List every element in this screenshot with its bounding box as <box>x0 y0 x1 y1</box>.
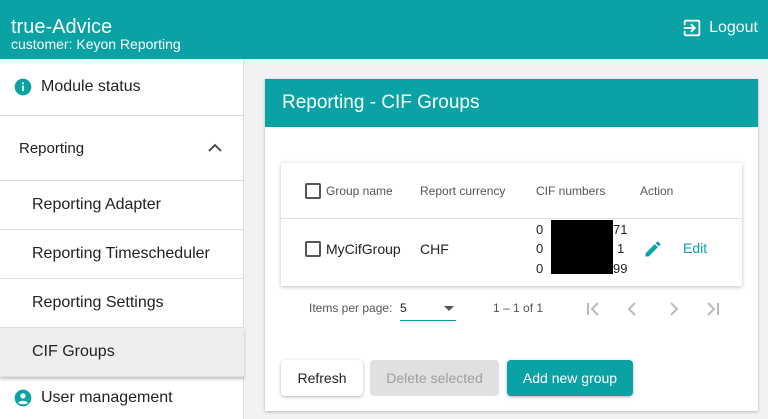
app-title: true-Advice <box>11 16 113 38</box>
first-page-button[interactable] <box>579 295 607 323</box>
sidebar-item-label: Module status <box>41 78 141 95</box>
logout-label: Logout <box>709 19 758 36</box>
logout-icon <box>683 19 701 37</box>
dropdown-arrow-icon <box>444 306 454 311</box>
pencil-icon[interactable] <box>643 239 663 259</box>
column-header-action: Action <box>640 184 674 198</box>
cif-number-suffix: 99 <box>613 261 628 276</box>
sidebar-item-user-management[interactable]: User management <box>0 377 244 419</box>
column-header-group-name[interactable]: Group name <box>326 184 393 198</box>
logout-button[interactable]: Logout <box>681 17 758 39</box>
group-name-cell: MyCifGroup <box>326 241 401 257</box>
cif-number-prefix: 0 <box>536 222 544 237</box>
next-page-button[interactable] <box>659 295 687 323</box>
sidebar-item-reporting[interactable]: Reporting <box>0 116 244 181</box>
sidebar-item-label: Reporting <box>19 139 85 157</box>
customer-label: customer: Keyon Reporting <box>11 36 181 52</box>
sidebar-item-label: User management <box>41 389 173 406</box>
sidebar-item-module-status[interactable]: Module status <box>0 59 244 116</box>
sidebar-item-label: Reporting Adapter <box>32 196 161 213</box>
redaction-block <box>551 220 613 274</box>
page-range-label: 1 – 1 of 1 <box>493 301 544 315</box>
select-all-checkbox[interactable] <box>305 183 321 199</box>
row-checkbox[interactable] <box>305 241 321 257</box>
user-icon <box>14 389 32 407</box>
sidebar-item-label: CIF Groups <box>32 343 115 360</box>
cif-groups-table: Group name Report currency CIF numbers A… <box>281 163 742 286</box>
chevron-right-icon <box>670 302 679 316</box>
chevron-left-icon <box>627 302 636 316</box>
first-page-icon <box>587 302 599 316</box>
page-title: Reporting - CIF Groups <box>265 79 758 127</box>
info-icon <box>14 78 32 96</box>
last-page-icon <box>707 302 719 316</box>
chevron-up-icon <box>208 143 222 152</box>
sidebar: Module status Reporting Reporting Adapte… <box>0 59 244 419</box>
column-header-report-currency[interactable]: Report currency <box>420 184 505 198</box>
sidebar-item-reporting-settings[interactable]: Reporting Settings <box>0 279 244 328</box>
top-bar: true-Advice customer: Keyon Reporting Lo… <box>0 0 768 59</box>
cif-number-prefix: 0 <box>536 241 544 256</box>
previous-page-button[interactable] <box>619 295 647 323</box>
divider <box>281 218 742 219</box>
delete-selected-button[interactable]: Delete selected <box>370 360 499 396</box>
page-size-value: 5 <box>400 301 407 315</box>
last-page-button[interactable] <box>699 295 727 323</box>
sidebar-item-label: Reporting Settings <box>32 294 164 311</box>
add-new-group-button[interactable]: Add new group <box>507 360 633 396</box>
column-header-cif-numbers[interactable]: CIF numbers <box>536 184 605 198</box>
cif-groups-card: Reporting - CIF Groups Group name Report… <box>265 79 758 411</box>
cif-number-suffix: 71 <box>613 222 628 237</box>
page-size-select[interactable]: 5 <box>400 297 456 321</box>
cif-number-suffix: 1 <box>617 241 625 256</box>
items-per-page-label: Items per page: <box>309 301 393 315</box>
currency-cell: CHF <box>420 241 449 257</box>
refresh-button[interactable]: Refresh <box>281 360 363 396</box>
sidebar-item-reporting-adapter[interactable]: Reporting Adapter <box>0 181 244 230</box>
sidebar-item-reporting-timescheduler[interactable]: Reporting Timescheduler <box>0 230 244 279</box>
sidebar-item-cif-groups[interactable]: CIF Groups <box>0 328 244 377</box>
edit-link[interactable]: Edit <box>683 240 707 256</box>
sidebar-item-label: Reporting Timescheduler <box>32 245 210 262</box>
cif-number-prefix: 0 <box>536 261 544 276</box>
